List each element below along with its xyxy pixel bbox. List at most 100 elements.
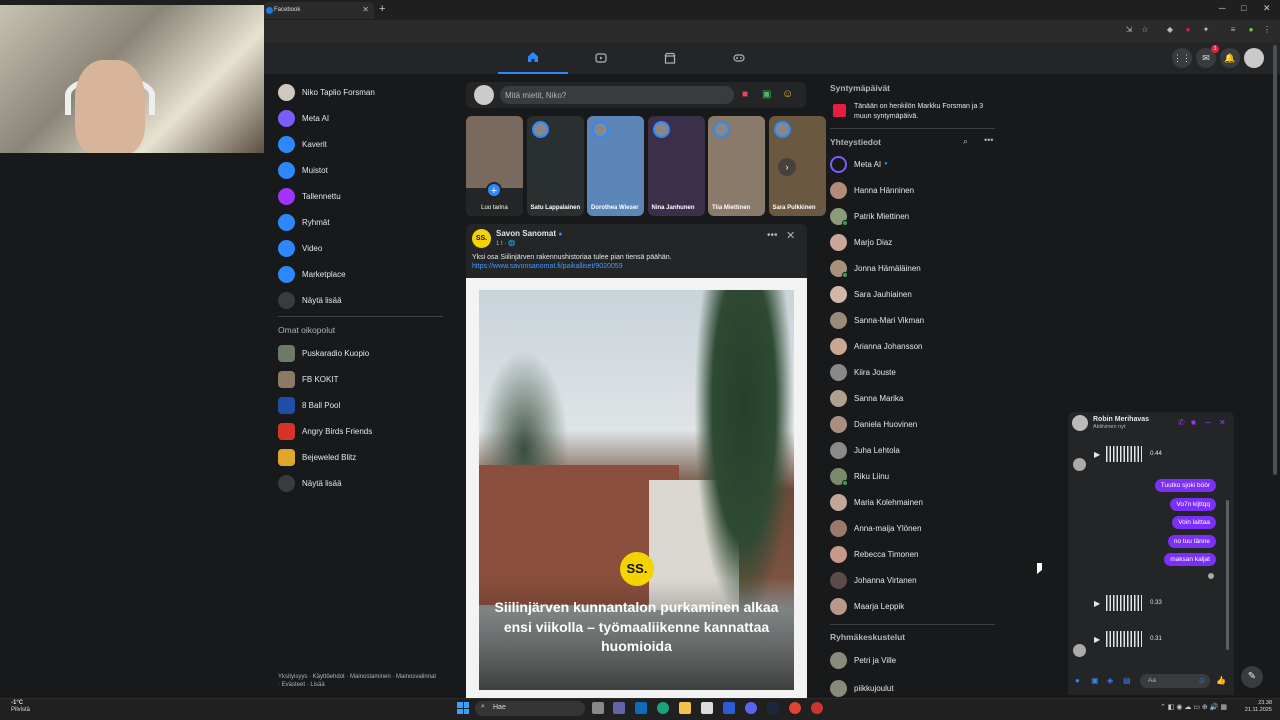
- minimize-button[interactable]: ─: [1219, 3, 1225, 13]
- sidebar-profile[interactable]: Niko Taplio Forsman: [278, 81, 443, 103]
- image-attach-icon[interactable]: ▣: [1091, 676, 1099, 685]
- contact-item[interactable]: Maria Kolehmainen: [830, 491, 995, 513]
- sidebar-item[interactable]: Meta AI: [278, 107, 443, 129]
- contact-item[interactable]: Meta AI ●: [830, 153, 995, 175]
- voice-message[interactable]: ▶ 0.33: [1094, 592, 1178, 614]
- post-author-avatar[interactable]: SS.: [472, 229, 491, 248]
- contact-item[interactable]: Anna-maija Ylönen: [830, 517, 995, 539]
- taskbar-search[interactable]: ⌕ Hae: [475, 701, 585, 716]
- contact-item[interactable]: Daniela Huovinen: [830, 413, 995, 435]
- sticker-icon[interactable]: ◈: [1107, 676, 1113, 685]
- nav-video-tab[interactable]: [566, 42, 636, 74]
- birthday-text[interactable]: Tänään on henkilön Markku Forsman ja 3 m…: [854, 102, 994, 121]
- teams-icon[interactable]: [613, 702, 625, 714]
- install-app-icon[interactable]: ⇲: [1124, 25, 1134, 35]
- page-scrollbar[interactable]: [1273, 45, 1277, 475]
- post-author-name[interactable]: Savon Sanomat ●: [496, 229, 562, 238]
- post-more-options-icon[interactable]: •••: [767, 230, 778, 241]
- app-red-icon[interactable]: [811, 702, 823, 714]
- chat-scrollbar[interactable]: [1226, 500, 1229, 650]
- contact-item[interactable]: Arianna Johansson: [830, 335, 995, 357]
- create-story-card[interactable]: + Luo tarina: [466, 116, 523, 216]
- nav-marketplace-tab[interactable]: [635, 42, 705, 74]
- contact-item[interactable]: Sanna Marika: [830, 387, 995, 409]
- edge-icon[interactable]: [657, 702, 669, 714]
- play-icon[interactable]: ▶: [1094, 635, 1100, 644]
- play-icon[interactable]: ▶: [1094, 450, 1100, 459]
- like-icon[interactable]: 👍: [1216, 676, 1226, 685]
- account-avatar[interactable]: [1244, 48, 1264, 68]
- story-card[interactable]: Tiia Miettinen: [708, 116, 765, 216]
- maximize-button[interactable]: □: [1241, 3, 1246, 13]
- bookmark-star-icon[interactable]: ☆: [1140, 25, 1150, 35]
- live-video-icon[interactable]: ■: [742, 89, 748, 100]
- footer-links[interactable]: Yksityisyys · Käyttöehdot · Mainostamine…: [278, 673, 438, 689]
- new-message-button[interactable]: ✎: [1241, 666, 1263, 688]
- play-icon[interactable]: ▶: [1094, 599, 1100, 608]
- contact-item[interactable]: Riku Liinu: [830, 465, 995, 487]
- task-view-icon[interactable]: [592, 702, 604, 714]
- stories-next-button[interactable]: ›: [778, 158, 796, 176]
- chat-close-icon[interactable]: ✕: [1219, 418, 1226, 427]
- sidebar-item[interactable]: Video: [278, 237, 443, 259]
- chat-contact-name[interactable]: Robin Merihavas: [1093, 416, 1149, 423]
- mic-icon[interactable]: ●: [1075, 676, 1080, 685]
- mail-icon[interactable]: [635, 702, 647, 714]
- extension-red-icon[interactable]: ●: [1183, 25, 1193, 35]
- start-button[interactable]: [457, 702, 469, 714]
- post-timestamp[interactable]: 1 t · 🌐: [496, 240, 515, 247]
- shortcut-item[interactable]: Bejeweled Blitz: [278, 446, 443, 468]
- shortcut-item[interactable]: FB KOKIT: [278, 368, 443, 390]
- contact-item[interactable]: Sanna-Mari Vikman: [830, 309, 995, 331]
- shortcut-item[interactable]: Angry Birds Friends: [278, 420, 443, 442]
- contact-item[interactable]: Rebecca Timonen: [830, 543, 995, 565]
- sidebar-item[interactable]: Muistot: [278, 159, 443, 181]
- contact-item[interactable]: Johanna Virtanen: [830, 569, 995, 591]
- contact-item[interactable]: Sara Jauhiainen: [830, 283, 995, 305]
- shortcut-item[interactable]: 8 Ball Pool: [278, 394, 443, 416]
- photo-icon[interactable]: ▣: [762, 89, 771, 100]
- emoji-icon[interactable]: ☺: [1198, 676, 1206, 685]
- post-close-icon[interactable]: ✕: [786, 229, 795, 242]
- nav-gaming-tab[interactable]: [704, 42, 774, 74]
- browser-tab-facebook[interactable]: Facebook ✕: [264, 2, 374, 19]
- sidebar-item[interactable]: Näytä lisää: [278, 289, 443, 311]
- gif-icon[interactable]: ▤: [1123, 676, 1131, 685]
- contact-item[interactable]: Kiira Jouste: [830, 361, 995, 383]
- voice-message[interactable]: ▶ 0.44: [1094, 443, 1178, 465]
- new-tab-button[interactable]: +: [379, 3, 385, 15]
- group-chat-item[interactable]: piikkujoulut: [830, 677, 995, 699]
- contacts-more-icon[interactable]: •••: [984, 135, 993, 145]
- chat-minimize-icon[interactable]: ─: [1205, 418, 1211, 427]
- story-card[interactable]: Dorothea Wieser: [587, 116, 644, 216]
- chrome-icon[interactable]: [789, 702, 801, 714]
- contact-item[interactable]: Patrik Miettinen: [830, 205, 995, 227]
- feeling-icon[interactable]: ☺: [782, 88, 793, 100]
- extensions-puzzle-icon[interactable]: ✦: [1201, 25, 1211, 35]
- nav-home-tab[interactable]: [498, 42, 568, 74]
- tab-close-icon[interactable]: ✕: [362, 5, 369, 14]
- story-card[interactable]: Nina Janhunen: [647, 116, 705, 216]
- search-contacts-icon[interactable]: ⌕: [963, 136, 968, 147]
- contact-item[interactable]: Hanna Hänninen: [830, 179, 995, 201]
- story-card[interactable]: Satu Lappalainen: [526, 116, 584, 216]
- post-link[interactable]: https://www.savonsanomat.fi/paikalliset/…: [472, 263, 623, 270]
- contact-item[interactable]: Maarja Leppik: [830, 595, 995, 617]
- sidebar-item[interactable]: Marketplace: [278, 263, 443, 285]
- store-icon[interactable]: [701, 702, 713, 714]
- chat-video-icon[interactable]: ■: [1191, 418, 1196, 427]
- group-chat-item[interactable]: Petri ja Ville: [830, 649, 995, 671]
- menu-grid-button[interactable]: ⋮⋮: [1172, 48, 1192, 68]
- sidebar-item[interactable]: Kaverit: [278, 133, 443, 155]
- shortcut-item[interactable]: Näytä lisää: [278, 472, 443, 494]
- contact-item[interactable]: Marjo Diaz: [830, 231, 995, 253]
- weather-widget[interactable]: -1°C Pilvistä: [11, 700, 30, 714]
- contact-item[interactable]: Juha Lehtola: [830, 439, 995, 461]
- contact-item[interactable]: Jonna Hämäläinen: [830, 257, 995, 279]
- notifications-button[interactable]: 🔔: [1220, 48, 1240, 68]
- chat-contact-avatar[interactable]: [1072, 415, 1088, 431]
- sidebar-item[interactable]: Tallennettu: [278, 185, 443, 207]
- profile-icon[interactable]: ●: [1246, 25, 1256, 35]
- address-bar[interactable]: [264, 24, 1104, 39]
- reading-list-icon[interactable]: ≡: [1228, 25, 1238, 35]
